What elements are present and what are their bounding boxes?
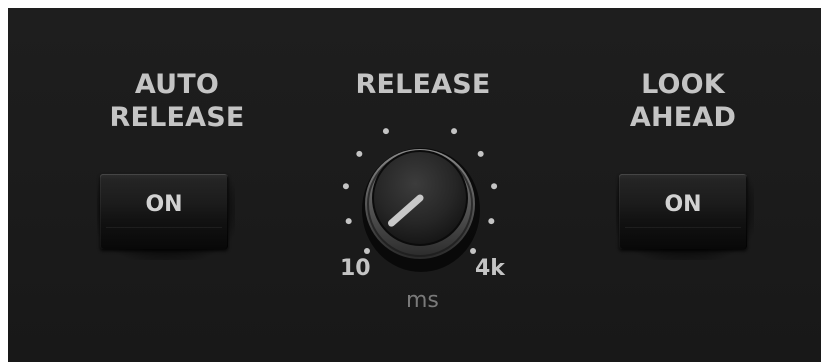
release-control-panel: AUTO RELEASE ON RELEASE 10 4k ms LOOK AH…: [8, 8, 821, 362]
auto-release-on-button[interactable]: ON: [100, 174, 228, 249]
look-ahead-label: LOOK AHEAD: [598, 68, 768, 134]
scale-dot: [342, 183, 349, 190]
scale-dot: [451, 128, 458, 135]
scale-dot: [470, 248, 477, 255]
scale-dot: [491, 183, 498, 190]
scale-dot: [345, 218, 352, 225]
release-max-label: 4k: [475, 256, 505, 281]
auto-release-label-line-2: RELEASE: [109, 102, 245, 133]
scale-dot: [477, 150, 484, 157]
release-min-label: 10: [340, 256, 371, 281]
auto-release-on-label: ON: [145, 192, 183, 217]
scale-dot: [356, 150, 363, 157]
auto-release-label: AUTO RELEASE: [92, 68, 262, 134]
look-ahead-label-line-2: AHEAD: [629, 102, 737, 133]
release-knob[interactable]: [338, 126, 528, 274]
auto-release-label-line-1: AUTO: [134, 69, 220, 100]
frame-background: AUTO RELEASE ON RELEASE 10 4k ms LOOK AH…: [0, 0, 822, 362]
look-ahead-on-button[interactable]: ON: [619, 174, 747, 249]
scale-dot: [488, 218, 495, 225]
look-ahead-label-line-1: LOOK: [641, 69, 725, 100]
look-ahead-on-label: ON: [664, 192, 702, 217]
scale-dot: [382, 128, 389, 135]
release-unit-label: ms: [406, 288, 439, 313]
release-label: RELEASE: [338, 68, 508, 101]
scale-dot: [363, 248, 370, 255]
release-label-text: RELEASE: [355, 69, 491, 100]
